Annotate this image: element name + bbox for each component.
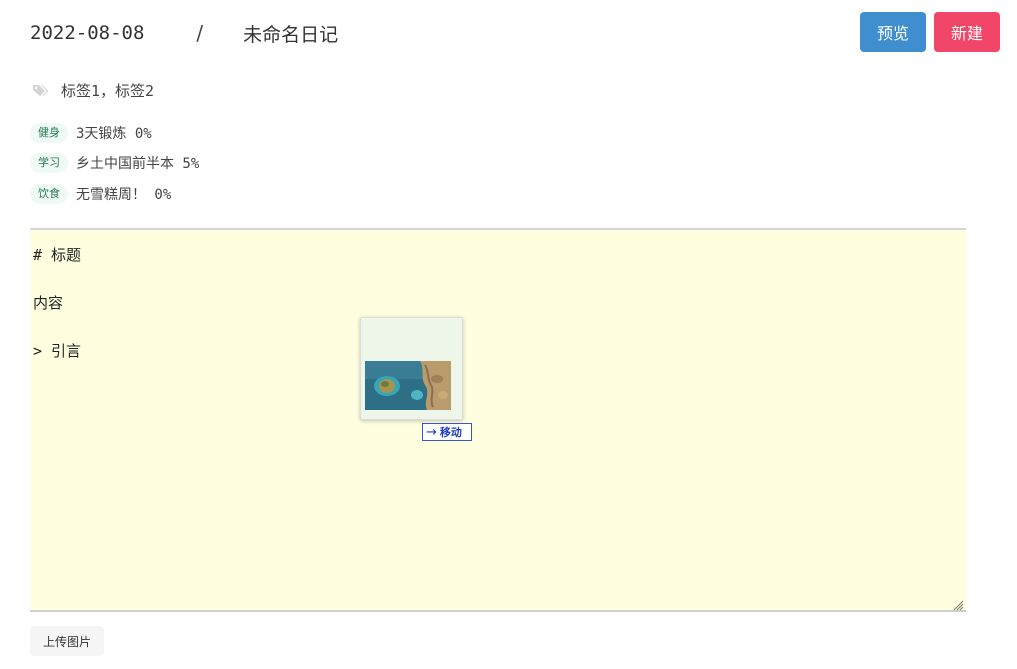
goal-badge: 饮食 [30, 184, 68, 204]
editor-line: > 引言 [33, 342, 82, 360]
goal-item: 健身 3天锻炼 0% [30, 122, 152, 144]
goal-badge: 健身 [30, 123, 68, 143]
aerial-island-thumbnail [365, 361, 451, 410]
goal-badge: 学习 [30, 153, 68, 173]
markdown-editor[interactable]: # 标题 内容 > 引言 [30, 228, 966, 612]
title-separator: / [196, 21, 204, 45]
editor-line: # 标题 [33, 246, 82, 264]
dragged-image-preview[interactable] [360, 317, 463, 420]
goal-item: 饮食 无雪糕周！ 0% [30, 183, 171, 205]
move-label: 移动 [439, 426, 462, 439]
preview-button[interactable]: 预览 [860, 12, 926, 52]
move-tooltip: → 移动 [422, 423, 472, 441]
arrow-right-icon: → [426, 424, 437, 440]
goal-item: 学习 乡土中国前半本 5% [30, 152, 199, 174]
tags-row[interactable]: 标签1，标签2 [32, 80, 154, 101]
diary-title[interactable]: 未命名日记 [243, 20, 338, 47]
upload-image-button[interactable]: 上传图片 [30, 626, 104, 656]
goal-text: 3天锻炼 0% [76, 126, 152, 142]
tags-text: 标签1，标签2 [61, 82, 155, 100]
resize-handle-icon[interactable] [952, 596, 964, 611]
tags-icon [32, 84, 50, 98]
new-button[interactable]: 新建 [934, 12, 1000, 52]
diary-date: 2022-08-08 [30, 22, 145, 44]
goal-text: 无雪糕周！ 0% [76, 187, 172, 203]
diary-header: 2022-08-08 / 未命名日记 [30, 18, 338, 48]
goal-text: 乡土中国前半本 5% [76, 156, 200, 172]
editor-line: 内容 [33, 294, 64, 312]
